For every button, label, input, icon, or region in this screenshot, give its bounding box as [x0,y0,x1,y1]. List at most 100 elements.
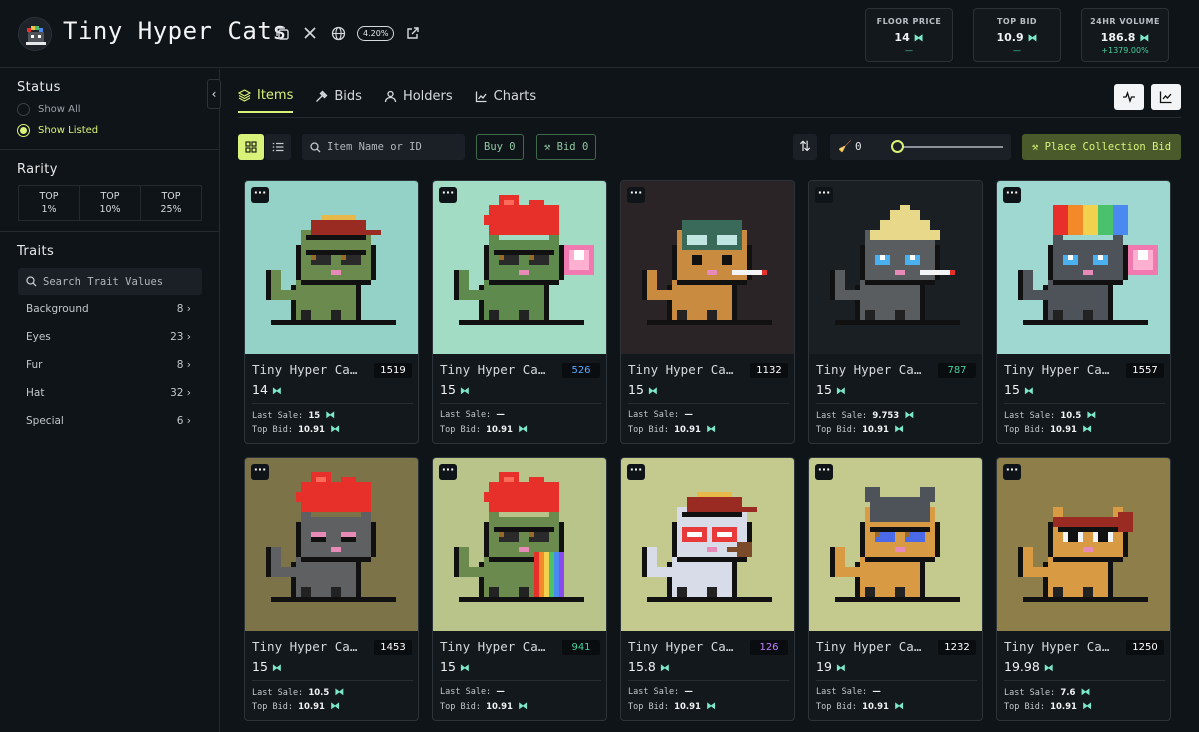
rarity-top-25[interactable]: TOP 25% [141,186,201,220]
more-options-icon[interactable]: ··· [1003,464,1021,480]
item-image[interactable] [621,181,794,354]
last-sale: Last Sale: — [440,687,505,697]
item-card[interactable]: ··· Tiny Hyper Cats 1232 19 ⧓ Last Sale:… [808,457,983,721]
item-search-input[interactable] [327,141,457,153]
item-image[interactable] [245,458,418,631]
item-price: 15 ⧓ [252,659,282,674]
chart-view-button[interactable] [1151,84,1181,110]
radio-icon[interactable] [17,103,30,116]
status-show-listed[interactable]: Show Listed [17,124,98,137]
item-card[interactable]: ··· Tiny Hyper Cats 1557 15 ⧓ Last Sale:… [996,180,1171,444]
item-image[interactable] [997,181,1170,354]
top-bid: Top Bid: 10.91 ⧓ [628,701,717,712]
trait-search[interactable] [18,268,202,295]
x-twitter-icon[interactable] [301,24,319,42]
status-title: Status [17,80,61,95]
cat-pixel-art [245,181,418,354]
activity-button[interactable] [1114,84,1144,110]
external-link-icon[interactable] [404,24,422,42]
hype-token-icon: ⧓ [459,663,470,674]
divider [816,403,977,404]
place-collection-bid-button[interactable]: ⚒ Place Collection Bid [1022,134,1181,160]
collapse-sidebar-button[interactable]: ‹ [207,79,221,109]
more-options-icon[interactable]: ··· [251,187,269,203]
cat-pixel-art [809,458,982,631]
item-id-badge: 1232 [938,640,976,655]
item-image[interactable] [433,181,606,354]
stat-floor-price: FLOOR PRICE 14 ⧓ — [865,8,953,62]
item-card[interactable]: ··· Tiny Hyper Cats 1132 15 ⧓ Last Sale:… [620,180,795,444]
copy-icon[interactable] [273,24,291,42]
item-image[interactable] [809,458,982,631]
grid-icon [245,141,257,153]
item-card[interactable]: ··· Tiny Hyper Cats 526 15 ⧓ Last Sale: … [432,180,607,444]
item-image[interactable] [245,181,418,354]
layers-icon [238,89,251,102]
item-id-badge: 1519 [374,363,412,378]
hype-token-icon: ⧓ [659,663,670,674]
item-id-badge: 126 [750,640,788,655]
more-options-icon[interactable]: ··· [251,464,269,480]
divider [252,680,413,681]
chevron-right-icon: › [186,303,191,315]
sweep-slider[interactable]: 🧹 0 [830,134,1011,160]
status-show-all[interactable]: Show All [17,103,81,116]
trait-background[interactable]: Background 8 › [26,303,191,315]
list-view-button[interactable] [265,134,291,160]
bid-button[interactable]: ⚒ Bid 0 [536,134,597,160]
item-image[interactable] [433,458,606,631]
hype-token-icon: ⧓ [518,701,529,712]
trait-fur[interactable]: Fur 8 › [26,359,191,371]
gavel-icon: ⚒ [1031,141,1039,153]
gavel-icon [316,90,328,102]
rarity-top-10[interactable]: TOP 10% [80,186,141,220]
trait-search-input[interactable] [43,275,173,288]
tab-charts[interactable]: Charts [475,88,536,113]
trait-hat[interactable]: Hat 32 › [26,387,191,399]
trait-eyes[interactable]: Eyes 23 › [26,331,191,343]
item-card[interactable]: ··· Tiny Hyper Cats 1250 19.98 ⧓ Last Sa… [996,457,1171,721]
item-card[interactable]: ··· Tiny Hyper Cats 787 15 ⧓ Last Sale: … [808,180,983,444]
top-bid: Top Bid: 10.91 ⧓ [1004,424,1093,435]
tab-bar: Items Bids Holders Charts [238,88,536,113]
more-options-icon[interactable]: ··· [439,464,457,480]
slider-track[interactable] [898,146,1003,148]
item-name: Tiny Hyper Cats [440,362,550,377]
more-options-icon[interactable]: ··· [627,187,645,203]
item-card[interactable]: ··· Tiny Hyper Cats 126 15.8 ⧓ Last Sale… [620,457,795,721]
tab-holders[interactable]: Holders [384,88,453,113]
cat-pixel-art [809,181,982,354]
rarity-filter: TOP 1% TOP 10% TOP 25% [18,185,202,221]
more-options-icon[interactable]: ··· [627,464,645,480]
divider [1004,403,1165,404]
slider-knob[interactable] [891,140,904,153]
more-options-icon[interactable]: ··· [815,464,833,480]
hype-token-icon: ⧓ [330,424,341,435]
item-search[interactable] [302,134,465,160]
sort-button[interactable]: ⇅ [793,134,817,160]
tab-bids[interactable]: Bids [315,88,362,113]
more-options-icon[interactable]: ··· [439,187,457,203]
item-card[interactable]: ··· Tiny Hyper Cats 941 15 ⧓ Last Sale: … [432,457,607,721]
item-card[interactable]: ··· Tiny Hyper Cats 1519 14 ⧓ Last Sale:… [244,180,419,444]
top-bid: Top Bid: 10.91 ⧓ [1004,701,1093,712]
item-image[interactable] [997,458,1170,631]
hype-token-icon: ⧓ [835,663,846,674]
globe-icon[interactable] [329,24,347,42]
trait-special[interactable]: Special 6 › [26,415,191,427]
tab-items[interactable]: Items [238,88,294,113]
radio-selected-icon[interactable] [17,124,30,137]
more-options-icon[interactable]: ··· [815,187,833,203]
chevron-right-icon: › [186,359,191,371]
grid-view-button[interactable] [238,134,264,160]
item-name: Tiny Hyper Cats [628,362,738,377]
item-image[interactable] [809,181,982,354]
item-price: 15 ⧓ [1004,382,1034,397]
more-options-icon[interactable]: ··· [1003,187,1021,203]
buy-button[interactable]: Buy 0 [476,134,524,160]
item-card[interactable]: ··· Tiny Hyper Cats 1453 15 ⧓ Last Sale:… [244,457,419,721]
divider [628,680,789,681]
rarity-top-1[interactable]: TOP 1% [19,186,80,220]
item-image[interactable] [621,458,794,631]
last-sale: Last Sale: 10.5 ⧓ [252,687,345,698]
